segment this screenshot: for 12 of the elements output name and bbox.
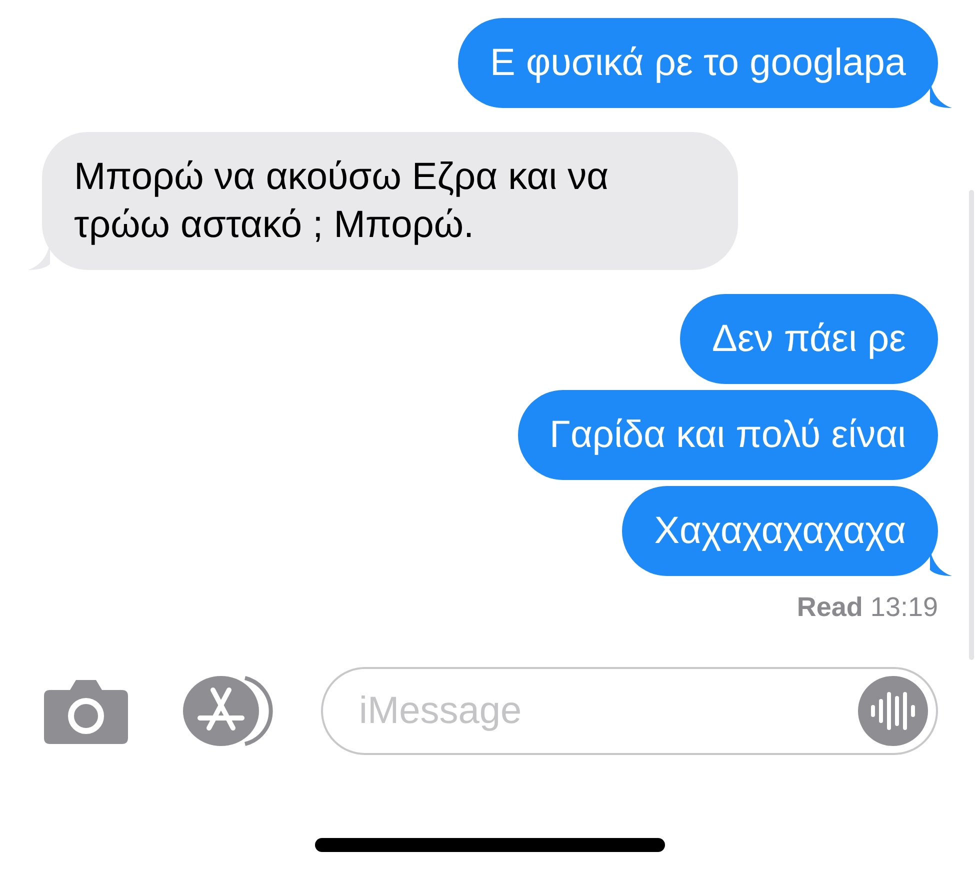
- message-input[interactable]: iMessage: [357, 688, 858, 734]
- message-bubble: Γαρίδα και πολύ είναι: [518, 390, 938, 480]
- audio-wave-icon[interactable]: [858, 676, 928, 746]
- camera-icon[interactable]: [44, 678, 128, 744]
- message-bubble: Ε φυσικά ρε το googlapa: [458, 18, 938, 108]
- message-bubble: Μπορώ να ακούσω Εζρα και να τρώω αστακό ; Μπορώ.: [42, 132, 738, 270]
- scroll-bar[interactable]: [969, 190, 974, 660]
- message-bubble: Δεν πάει ρε: [680, 294, 938, 384]
- message-bubble: Χαχαχαχαχαχα: [622, 486, 938, 576]
- read-receipt: Read 13:19: [796, 592, 938, 623]
- app-store-icon[interactable]: [183, 676, 275, 746]
- message-field[interactable]: iMessage: [321, 667, 938, 755]
